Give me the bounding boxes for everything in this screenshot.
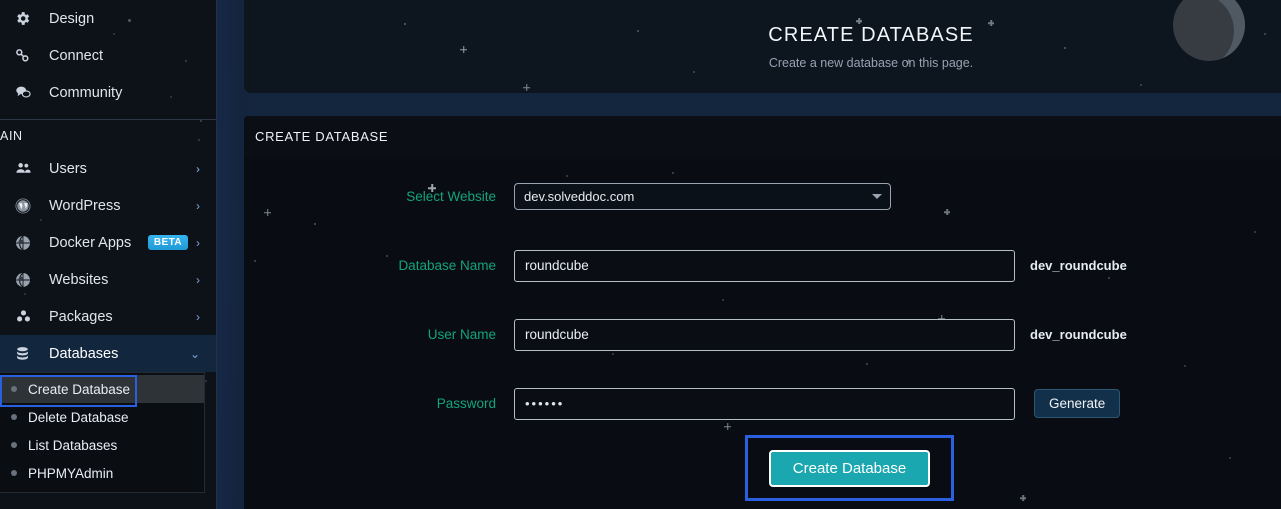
submenu-item-delete-database[interactable]: Delete Database bbox=[0, 403, 204, 431]
chevron-right-icon: › bbox=[196, 272, 200, 287]
password-label: Password bbox=[436, 396, 496, 411]
user-name-control: roundcube dev_roundcube bbox=[514, 318, 1127, 351]
sidebar-item-websites[interactable]: Websites › bbox=[0, 261, 216, 298]
sidebar-nav: Design Connect Community AIN Users › Wor… bbox=[0, 0, 216, 493]
submit-focus-ring: Create Database bbox=[745, 435, 954, 501]
sidebar-section-label: MAIN bbox=[0, 129, 23, 143]
sidebar-item-docker-apps[interactable]: Docker Apps BETA › bbox=[0, 224, 216, 261]
sidebar-item-connect[interactable]: Connect bbox=[0, 37, 216, 74]
bullet-icon bbox=[11, 442, 17, 448]
sidebar-item-label: Docker Apps bbox=[49, 234, 132, 251]
database-icon bbox=[14, 343, 40, 365]
sidebar-item-label: Databases bbox=[49, 345, 119, 362]
submenu-item-label: Delete Database bbox=[28, 409, 129, 425]
sidebar-item-label: Connect bbox=[49, 47, 104, 64]
chat-icon bbox=[14, 82, 40, 104]
generate-password-button[interactable]: Generate bbox=[1034, 388, 1121, 419]
main-content: CREATE DATABASE Create a new database on… bbox=[217, 0, 1281, 509]
chevron-down-icon bbox=[872, 194, 882, 199]
sidebar: Design Connect Community AIN Users › Wor… bbox=[0, 0, 217, 509]
globe-icon bbox=[14, 232, 40, 254]
beta-badge: BETA bbox=[147, 235, 188, 250]
chevron-right-icon: › bbox=[196, 198, 200, 213]
page-header-card: CREATE DATABASE Create a new database on… bbox=[244, 0, 1281, 93]
link-icon bbox=[14, 45, 40, 67]
user-name-input[interactable]: roundcube bbox=[514, 318, 1015, 351]
sidebar-item-label: Packages bbox=[49, 308, 113, 325]
user-name-label: User Name bbox=[427, 327, 496, 342]
bullet-icon bbox=[11, 470, 17, 476]
sidebar-item-users[interactable]: Users › bbox=[0, 150, 216, 187]
gear-icon bbox=[14, 8, 40, 30]
page-title: CREATE DATABASE bbox=[768, 24, 974, 46]
field-row-database-name: Database Name roundcube dev_roundcube bbox=[244, 242, 1281, 289]
select-website-control: dev.solveddoc.com bbox=[514, 183, 891, 210]
cubes-icon bbox=[14, 306, 40, 328]
submenu-item-label: PHPMYAdmin bbox=[28, 465, 114, 481]
chevron-down-icon: ⌄ bbox=[189, 346, 200, 361]
sidebar-item-label: Community bbox=[49, 84, 123, 101]
sidebar-item-design[interactable]: Design bbox=[0, 0, 216, 37]
submenu-item-create-database[interactable]: Create Database bbox=[0, 375, 204, 407]
wordpress-icon bbox=[14, 195, 40, 217]
database-name-control: roundcube dev_roundcube bbox=[514, 249, 1127, 282]
sidebar-item-databases[interactable]: Databases ⌄ bbox=[0, 335, 216, 372]
sidebar-item-wordpress[interactable]: WordPress › bbox=[0, 187, 216, 224]
chevron-right-icon: › bbox=[196, 161, 200, 176]
create-database-button[interactable]: Create Database bbox=[768, 449, 931, 487]
create-database-panel: CREATE DATABASE Select Website dev.solve… bbox=[244, 116, 1281, 509]
password-control: •••••• Generate bbox=[514, 387, 1121, 420]
select-website-value: dev.solveddoc.com bbox=[524, 189, 635, 204]
bullet-icon bbox=[11, 414, 17, 420]
users-icon bbox=[14, 158, 40, 180]
database-name-suffix: dev_roundcube bbox=[1030, 258, 1127, 273]
select-website-label: Select Website bbox=[406, 189, 496, 204]
sidebar-item-community[interactable]: Community bbox=[0, 74, 216, 111]
left-gutter bbox=[217, 0, 247, 509]
field-row-user-name: User Name roundcube dev_roundcube bbox=[244, 311, 1281, 358]
panel-heading: CREATE DATABASE bbox=[244, 116, 1281, 157]
panel-body: Select Website dev.solveddoc.com Databas… bbox=[244, 157, 1281, 509]
submenu-item-list-databases[interactable]: List Databases bbox=[0, 431, 204, 459]
password-input[interactable]: •••••• bbox=[514, 387, 1015, 420]
globe-icon bbox=[14, 269, 40, 291]
database-name-input[interactable]: roundcube bbox=[514, 249, 1015, 282]
field-row-select-website: Select Website dev.solveddoc.com bbox=[244, 173, 1281, 220]
chevron-right-icon: › bbox=[196, 235, 200, 250]
user-name-suffix: dev_roundcube bbox=[1030, 327, 1127, 342]
submenu-item-label: List Databases bbox=[28, 437, 118, 453]
sidebar-item-label: Design bbox=[49, 10, 95, 27]
field-row-password: Password •••••• Generate bbox=[244, 380, 1281, 427]
bullet-icon bbox=[11, 386, 17, 392]
sidebar-item-packages[interactable]: Packages › bbox=[0, 298, 216, 335]
create-database-form: Select Website dev.solveddoc.com Databas… bbox=[244, 157, 1281, 501]
submenu-item-label: Create Database bbox=[28, 381, 131, 397]
password-masked-value: •••••• bbox=[525, 396, 565, 411]
select-website-dropdown[interactable]: dev.solveddoc.com bbox=[514, 183, 891, 210]
databases-submenu: Create Database Delete Database List Dat… bbox=[0, 372, 205, 493]
sidebar-item-label: WordPress bbox=[49, 197, 121, 214]
chevron-right-icon: › bbox=[196, 309, 200, 324]
sidebar-item-label: Users bbox=[49, 160, 87, 177]
database-name-label: Database Name bbox=[398, 258, 496, 273]
app-root: Design Connect Community AIN Users › Wor… bbox=[0, 0, 1281, 509]
submenu-item-phpmyadmin[interactable]: PHPMYAdmin bbox=[0, 459, 204, 487]
sidebar-item-label: Websites bbox=[49, 271, 109, 288]
page-subtitle: Create a new database on this page. bbox=[768, 56, 974, 70]
